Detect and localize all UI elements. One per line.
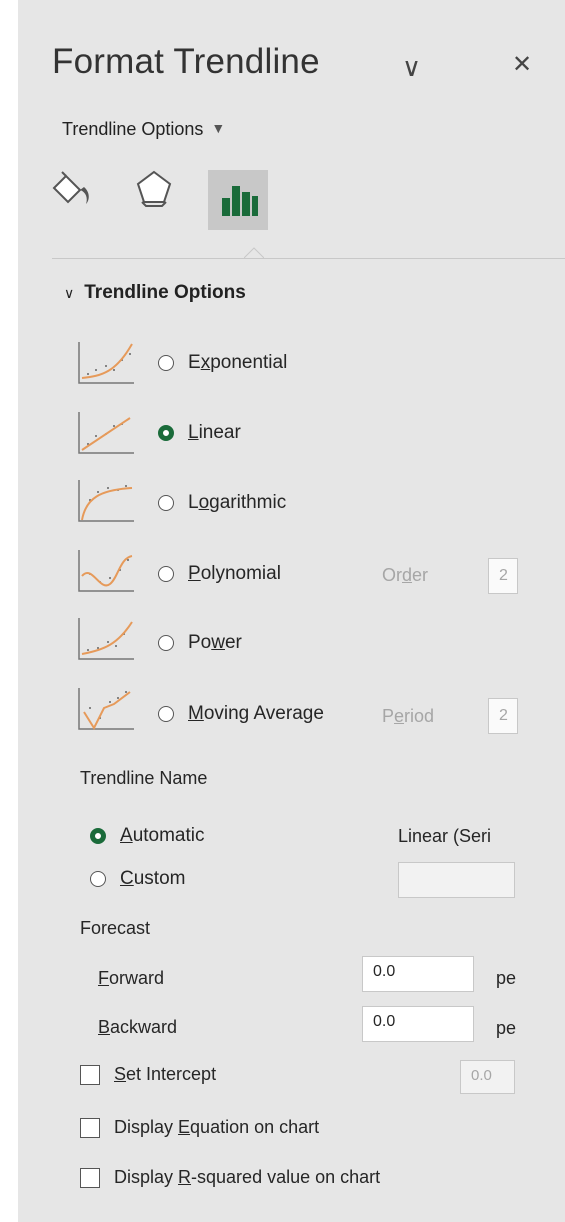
- fill-line-icon: [52, 171, 89, 204]
- radio-linear[interactable]: Linear: [158, 422, 241, 444]
- period-label: Period: [382, 706, 435, 726]
- radio-name-automatic[interactable]: Automatic: [90, 825, 205, 847]
- display-equation-checkbox[interactable]: Display Equation on chart: [80, 1117, 319, 1138]
- radio-label: Linear: [188, 422, 241, 443]
- radio-button[interactable]: [158, 635, 174, 651]
- dropdown-label: Trendline Options: [62, 119, 204, 139]
- radio-label: Moving Average: [188, 703, 324, 724]
- backward-input[interactable]: 0.0: [362, 1006, 474, 1042]
- radio-button-selected[interactable]: [158, 425, 174, 441]
- custom-name-input[interactable]: [398, 862, 515, 898]
- section-title: Trendline Options: [84, 282, 246, 303]
- chevron-down-icon: ∨: [64, 285, 75, 301]
- polynomial-trend-icon: [78, 550, 134, 592]
- format-trendline-pane: Format Trendline ∨ ✕ Trendline Options ▼ …: [18, 0, 565, 1222]
- collapse-chevron-icon[interactable]: ∨: [402, 54, 421, 80]
- order-spinner[interactable]: 2: [488, 558, 518, 594]
- radio-logarithmic[interactable]: Logarithmic: [158, 492, 286, 514]
- radio-button[interactable]: [158, 495, 174, 511]
- radio-label: Polynomial: [188, 563, 281, 584]
- order-label: Order: [382, 565, 429, 585]
- checkbox-label: Display Equation on chart: [114, 1117, 320, 1137]
- radio-power[interactable]: Power: [158, 632, 242, 654]
- radio-name-custom[interactable]: Custom: [90, 868, 185, 890]
- automatic-name-value: Linear (Seri: [398, 826, 492, 846]
- period-spinner[interactable]: 2: [488, 698, 518, 734]
- logarithmic-trend-icon: [78, 480, 134, 522]
- forecast-heading: Forecast: [80, 918, 151, 938]
- radio-button[interactable]: [158, 355, 174, 371]
- forward-input[interactable]: 0.0: [362, 956, 474, 992]
- effects-pentagon-icon: [136, 170, 172, 207]
- backward-label: Backward: [98, 1017, 178, 1037]
- forward-label: Forward: [98, 968, 165, 988]
- trendline-options-dropdown[interactable]: Trendline Options ▼: [62, 119, 225, 140]
- radio-label: Custom: [120, 868, 186, 889]
- trendline-options-bar-icon: [222, 186, 258, 216]
- radio-button[interactable]: [158, 566, 174, 582]
- tab-divider: [52, 258, 565, 259]
- checkbox[interactable]: [80, 1064, 100, 1085]
- checkbox-label: Display R-squared value on chart: [114, 1167, 381, 1187]
- checkbox-label: Set Intercept: [114, 1064, 217, 1084]
- tab-fill-line[interactable]: [44, 160, 100, 216]
- radio-button[interactable]: [158, 706, 174, 722]
- trendline-name-heading: Trendline Name: [80, 768, 208, 788]
- radio-moving-average[interactable]: Moving Average: [158, 703, 324, 725]
- section-trendline-options[interactable]: ∨ Trendline Options: [64, 282, 246, 304]
- dropdown-arrow-icon: ▼: [211, 120, 226, 136]
- intercept-input[interactable]: 0.0: [460, 1060, 515, 1094]
- display-rsquared-checkbox[interactable]: Display R-squared value on chart: [80, 1167, 380, 1188]
- linear-trend-icon: [78, 412, 134, 454]
- pane-title: Format Trendline: [52, 42, 320, 81]
- tab-notch: [244, 247, 264, 259]
- backward-unit: pe: [496, 1018, 517, 1038]
- close-icon[interactable]: ✕: [512, 52, 532, 78]
- tab-trendline-options[interactable]: [208, 170, 268, 230]
- radio-label: Exponential: [188, 352, 288, 373]
- exponential-trend-icon: [78, 342, 134, 384]
- tab-effects[interactable]: [126, 160, 182, 216]
- checkbox[interactable]: [80, 1117, 100, 1138]
- radio-label: Automatic: [120, 825, 205, 846]
- checkbox[interactable]: [80, 1167, 100, 1188]
- moving-average-trend-icon: [78, 688, 134, 731]
- set-intercept-checkbox[interactable]: Set Intercept: [80, 1064, 216, 1085]
- radio-label: Logarithmic: [188, 492, 287, 513]
- radio-exponential[interactable]: Exponential: [158, 352, 287, 374]
- radio-label: Power: [188, 632, 242, 653]
- power-trend-icon: [78, 618, 134, 660]
- radio-polynomial[interactable]: Polynomial: [158, 563, 281, 585]
- forward-unit: pe: [496, 968, 517, 988]
- radio-button[interactable]: [90, 871, 106, 887]
- radio-button-selected[interactable]: [90, 828, 106, 844]
